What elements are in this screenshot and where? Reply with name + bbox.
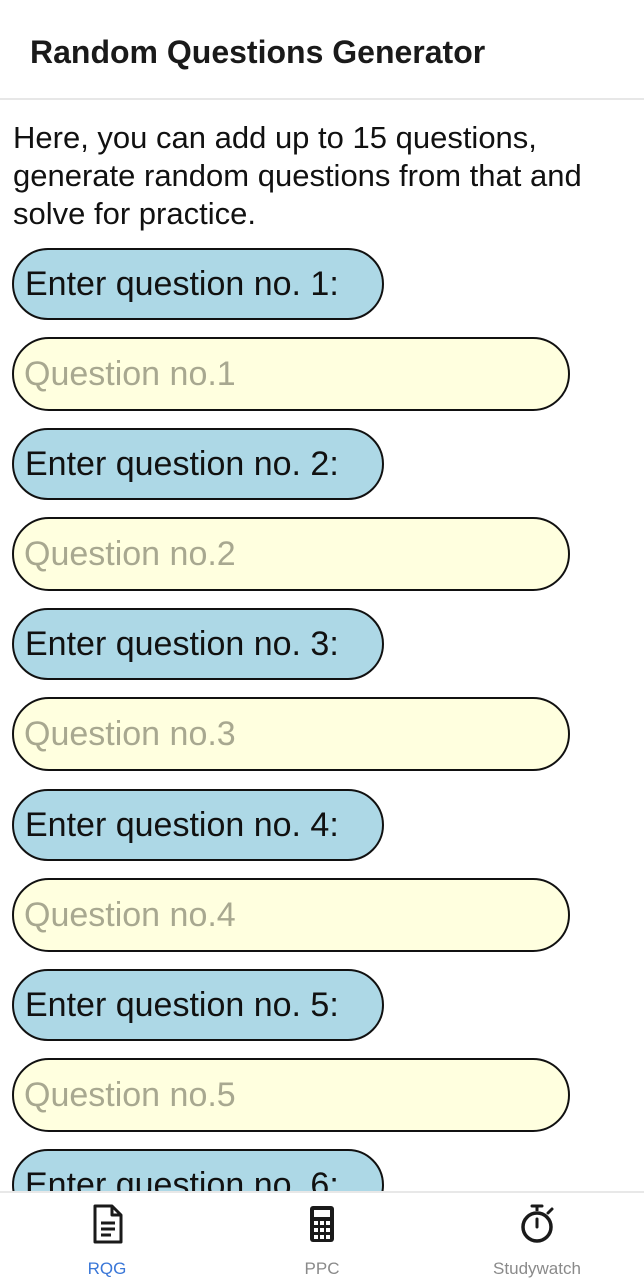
intro-text: Here, you can add up to 15 questions, ge… xyxy=(13,120,582,231)
question-2-label: Enter question no. 2: xyxy=(12,428,384,500)
document-icon xyxy=(87,1203,127,1245)
question-form[interactable]: Here, you can add up to 15 questions, ge… xyxy=(0,101,644,1191)
nav-item-rqg[interactable]: RQG xyxy=(0,1193,214,1282)
question-3-input[interactable] xyxy=(12,697,570,771)
nav-label-rqg: RQG xyxy=(87,1259,127,1278)
app-title: Random Questions Generator xyxy=(30,34,486,70)
question-5-label: Enter question no. 5: xyxy=(12,969,384,1041)
nav-item-ppc[interactable]: PPC xyxy=(215,1193,429,1282)
calculator-icon xyxy=(302,1203,342,1245)
bottom-navigation: RQG PPC Studywatch xyxy=(0,1191,644,1280)
question-1-label: Enter question no. 1: xyxy=(12,248,384,320)
nav-item-studywatch[interactable]: Studywatch xyxy=(430,1193,644,1282)
nav-label-studywatch: Studywatch xyxy=(493,1259,581,1278)
app-bar: Random Questions Generator xyxy=(0,0,644,100)
question-6-label: Enter question no. 6: xyxy=(12,1149,384,1191)
stopwatch-icon xyxy=(517,1203,557,1245)
question-4-label: Enter question no. 4: xyxy=(12,789,384,861)
question-4-input[interactable] xyxy=(12,878,570,952)
nav-label-ppc: PPC xyxy=(304,1259,340,1278)
question-2-input[interactable] xyxy=(12,517,570,591)
question-1-input[interactable] xyxy=(12,337,570,411)
question-5-input[interactable] xyxy=(12,1058,570,1132)
question-3-label: Enter question no. 3: xyxy=(12,608,384,680)
